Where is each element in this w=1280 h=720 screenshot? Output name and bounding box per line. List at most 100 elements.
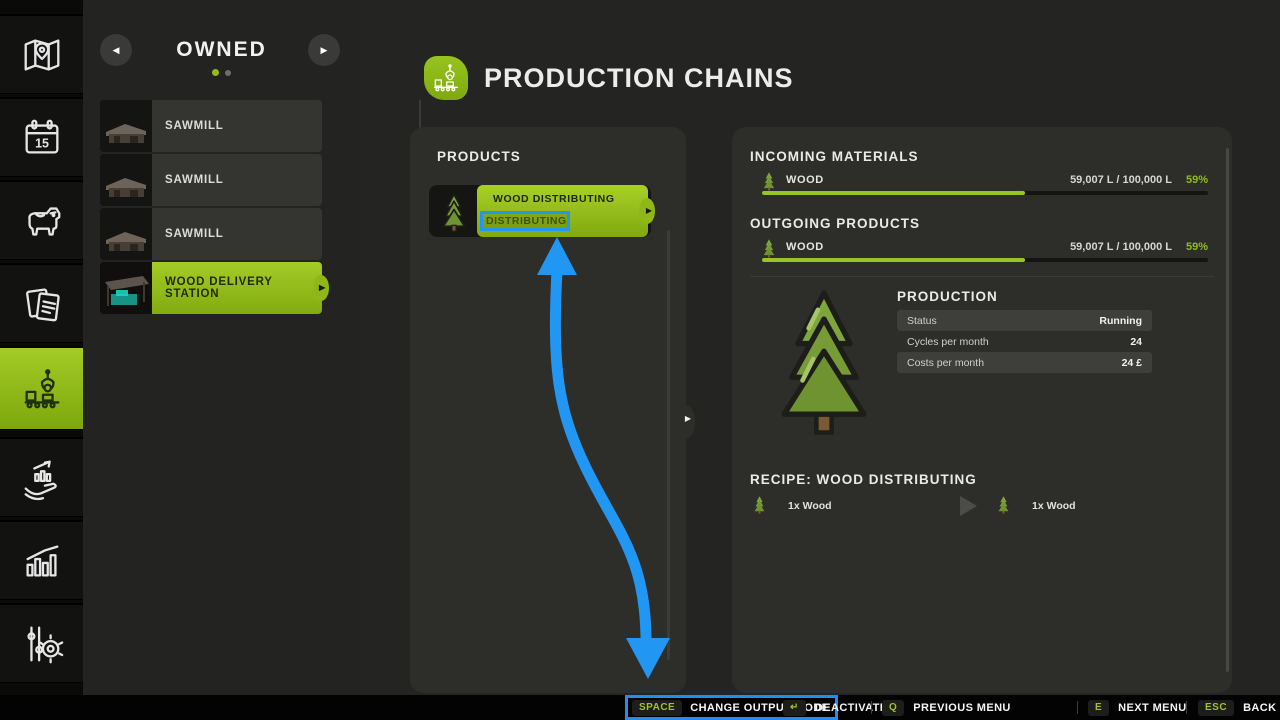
section-divider [750,276,1214,277]
sidebar-item-calendar[interactable]: 15 [0,97,83,177]
calendar-icon: 15 [19,115,65,161]
space-key: SPACE [632,700,682,716]
product-selected-label: WOOD DISTRIBUTING DISTRIBUTING ▶ [477,185,648,237]
sidebar-item-production-chains[interactable]: ▶ [0,346,83,430]
table-row: Status Running [897,310,1152,331]
product-percent: 59% [1186,241,1208,253]
product-item-wood-distributing[interactable]: WOOD DISTRIBUTING DISTRIBUTING ▶ [429,185,651,237]
q-key: Q [882,700,904,716]
owned-item-label-text: WOOD DELIVERY STATION [165,276,322,300]
bottom-shortcut-bar: SPACE CHANGE OUTPUT MODE ↵ DEACTIVATE Q … [0,695,1280,720]
sidebar-item-map[interactable] [0,14,83,94]
row-value: Running [1099,315,1142,327]
svg-text:15: 15 [35,136,49,150]
owned-title: OWNED [83,38,360,62]
shortcut-separator [1186,701,1187,714]
material-name: WOOD [786,174,824,186]
sales-hand-chart-icon [19,455,65,501]
sidebar: 15 [0,0,83,720]
products-panel: PRODUCTS WOOD DISTRIBUTING DISTRIBUTING … [410,127,686,693]
statistics-icon [19,538,65,584]
shortcut-previous-menu[interactable]: Q PREVIOUS MENU [882,695,1011,720]
outgoing-products-title: OUTGOING PRODUCTS [750,216,920,231]
production-chains-screen: 15 [0,0,1280,720]
shortcut-separator [871,701,872,714]
sidebar-item-statistics[interactable] [0,520,83,600]
owned-item-label: SAWMILL [152,208,322,260]
output-mode-highlight-box: DISTRIBUTING [480,211,570,231]
row-label: Cycles per month [907,336,989,348]
shortcut-back[interactable]: ESC BACK [1198,695,1276,720]
page-title: PRODUCTION CHAINS [484,63,794,94]
details-scrollbar[interactable] [1226,148,1229,672]
owned-item-wood-delivery-station[interactable]: WOOD DELIVERY STATION ▶ [100,262,322,314]
production-table: Status Running Cycles per month 24 Costs… [897,310,1152,373]
selected-item-arrow-icon: ▶ [319,284,326,292]
map-icon [19,32,65,78]
page-header: PRODUCTION CHAINS [424,56,794,100]
sidebar-item-sales[interactable] [0,437,83,517]
table-row: Cycles per month 24 [897,331,1152,352]
production-chains-icon [19,366,65,412]
product-name: WOOD DISTRIBUTING [493,193,648,205]
recipe-arrow-icon [960,496,977,516]
row-label: Status [907,315,937,327]
material-percent: 59% [1186,174,1208,186]
owned-item-label: WOOD DELIVERY STATION ▶ [152,262,322,314]
shortcut-separator [1077,701,1078,714]
table-row: Costs per month 24 £ [897,352,1152,373]
esc-key: ESC [1198,700,1234,716]
owned-page-dots [83,69,360,76]
material-amount: 59,007 L / 100,000 L [1070,174,1172,186]
outgoing-wood-row: WOOD 59,007 L / 100,000 L 59% [762,238,1208,262]
products-title: PRODUCTS [437,149,521,164]
settings-sliders-icon [19,621,65,667]
fill-level-bar [762,191,1208,195]
page-dot-inactive [225,70,231,76]
fill-level-bar [762,258,1208,262]
sidebar-item-contracts[interactable] [0,263,83,343]
e-key: E [1088,700,1109,716]
fill-level-bar-fill [762,191,1025,195]
owned-item-sawmill-1[interactable]: SAWMILL [100,100,322,152]
shortcut-label: NEXT MENU [1118,702,1186,714]
output-mode-label: DISTRIBUTING [486,215,567,227]
wood-product-illustration [778,288,870,441]
wood-delivery-station-thumbnail [100,262,152,314]
sawmill-thumbnail [100,154,152,206]
incoming-materials-title: INCOMING MATERIALS [750,149,919,164]
sawmill-thumbnail [100,100,152,152]
product-amount: 59,007 L / 100,000 L [1070,241,1172,253]
incoming-wood-row: WOOD 59,007 L / 100,000 L 59% [762,171,1208,195]
cow-icon [19,198,65,244]
wood-tree-icon [997,495,1010,519]
sawmill-thumbnail [100,208,152,260]
shortcut-label: DEACTIVATE [815,702,888,714]
return-key-icon: ↵ [783,700,806,716]
recipe-title: RECIPE: WOOD DISTRIBUTING [750,472,977,487]
owned-item-sawmill-3[interactable]: SAWMILL [100,208,322,260]
details-panel: INCOMING MATERIALS WOOD 59,007 L / 100,0… [732,127,1232,693]
sidebar-item-settings[interactable] [0,603,83,683]
shortcut-next-menu[interactable]: E NEXT MENU [1088,695,1187,720]
product-name: WOOD [786,241,824,253]
row-label: Costs per month [907,357,984,369]
sidebar-item-animals[interactable] [0,180,83,260]
wood-tree-icon [439,192,469,237]
production-chains-header-icon [424,56,468,100]
owned-item-label: SAWMILL [152,100,322,152]
owned-item-sawmill-2[interactable]: SAWMILL [100,154,322,206]
products-scrollbar[interactable] [667,230,670,660]
shortcut-label: PREVIOUS MENU [913,702,1011,714]
owned-item-label: SAWMILL [152,154,322,206]
contracts-icon [19,281,65,327]
panel-expand-arrow-icon: ▶ [685,415,691,423]
recipe-input: 1x Wood [788,500,832,512]
page-dot-active [212,69,219,76]
production-title: PRODUCTION [897,289,998,304]
recipe-row: 1x Wood 1x Wood [750,493,1210,519]
recipe-output: 1x Wood [1032,500,1076,512]
fill-level-bar-fill [762,258,1025,262]
owned-panel: ◀ ▶ OWNED SAWMILL SAWMILL SAWMILL [83,0,360,720]
row-value: 24 £ [1122,357,1142,369]
